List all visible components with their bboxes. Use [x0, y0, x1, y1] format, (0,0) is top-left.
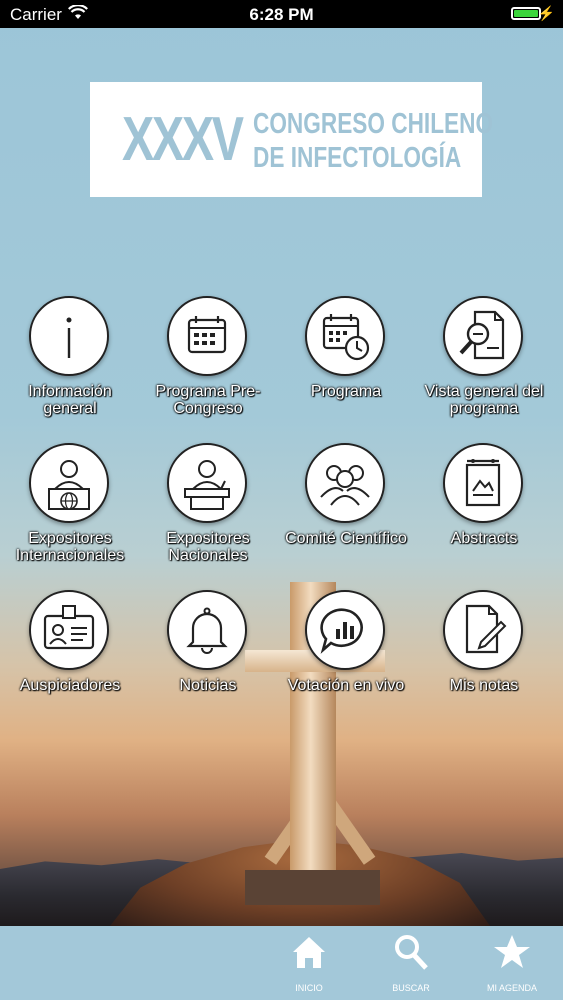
menu-label: Noticias [179, 677, 237, 694]
info-icon [29, 296, 109, 376]
status-bar: Carrier 6:28 PM ⚡ [0, 0, 563, 28]
menu-label: Comité Científico [285, 530, 407, 547]
tab-label: MI AGENDA [486, 983, 537, 993]
menu-label: Auspiciadores [19, 677, 121, 694]
id-card-icon [29, 590, 109, 670]
calendar-icon [167, 296, 247, 376]
menu-label: Vista general del programa [424, 383, 544, 417]
banner-numeral: XXXV [122, 105, 244, 174]
home-icon [293, 937, 325, 968]
menu-label: Abstracts [450, 530, 518, 547]
banner-title-line1: CONGRESO CHILENO [253, 108, 494, 140]
calendar-clock-icon [305, 296, 385, 376]
group-icon [305, 443, 385, 523]
tab-buscar[interactable]: BUSCAR [371, 926, 451, 1000]
speaker-podium-icon [167, 443, 247, 523]
tab-label: BUSCAR [392, 983, 430, 993]
document-search-icon [443, 296, 523, 376]
menu-label: Expositores Nacionales [166, 530, 250, 564]
star-icon [494, 935, 530, 968]
charging-icon: ⚡ [537, 5, 555, 21]
menu-label: Mis notas [449, 677, 519, 694]
clock: 6:28 PM [249, 5, 314, 24]
tab-mi-agenda[interactable]: MI AGENDA [472, 926, 552, 1000]
menu-label: Votación en vivo [287, 677, 405, 694]
speaker-globe-icon [29, 443, 109, 523]
battery-icon [511, 7, 541, 20]
search-icon [395, 935, 428, 970]
poster-icon [443, 443, 523, 523]
cross-base [245, 870, 380, 905]
menu-label: Programa [310, 383, 382, 400]
tab-inicio[interactable]: INICIO [269, 926, 349, 1000]
menu-label: Programa Pre-Congreso [155, 383, 261, 417]
banner-title-line2: DE INFECTOLOGÍA [253, 142, 462, 174]
poll-chat-icon [305, 590, 385, 670]
menu-label: Expositores Internacionales [15, 530, 125, 564]
note-edit-icon [443, 590, 523, 670]
menu-label: Información general [28, 383, 112, 417]
bell-icon [167, 590, 247, 670]
congress-banner: XXXV CONGRESO CHILENO DE INFECTOLOGÍA [90, 82, 493, 197]
tab-label: INICIO [295, 983, 323, 993]
bottom-tab-bar: INICIO BUSCAR MI AGENDA [0, 926, 563, 1000]
